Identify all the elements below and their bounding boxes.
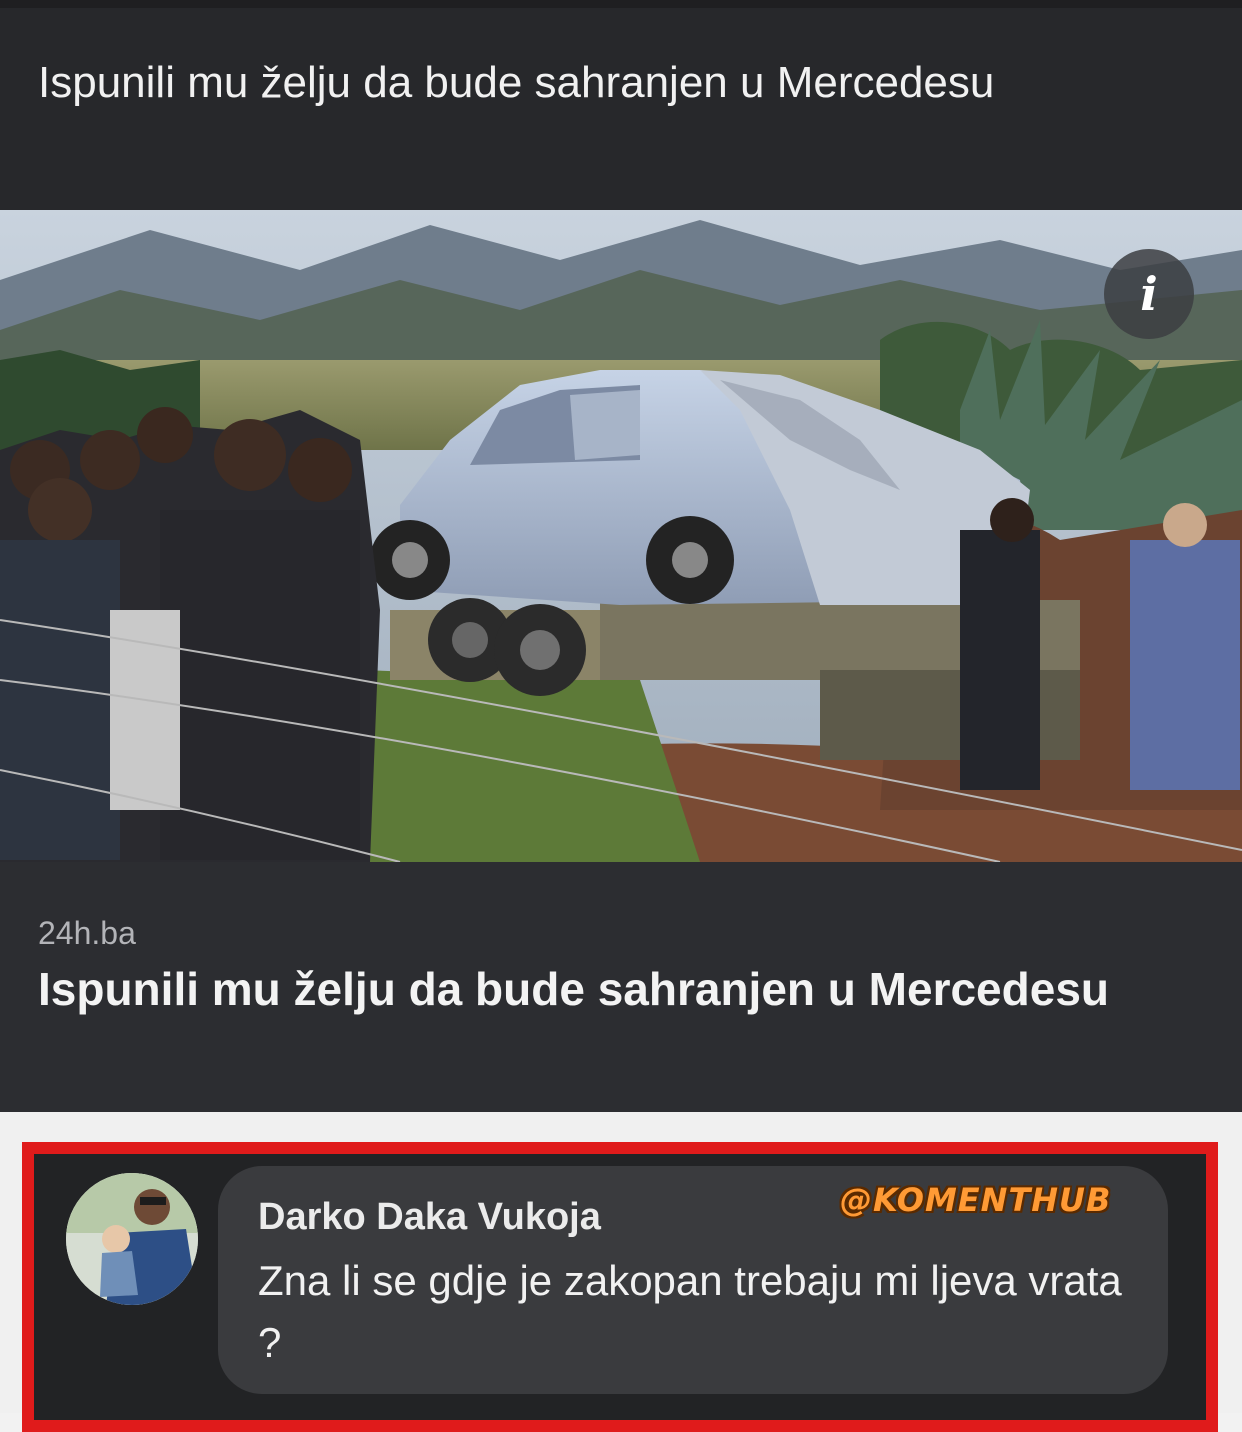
link-preview-meta[interactable]: 24h.ba Ispunili mu želju da bude sahranj… bbox=[0, 862, 1242, 1112]
avatar[interactable] bbox=[66, 1173, 198, 1305]
post-header: Ispunili mu želju da bude sahranjen u Me… bbox=[0, 8, 1242, 210]
comment-text: Zna li se gdje je zakopan trebaju mi lje… bbox=[258, 1257, 1122, 1366]
screenshot-frame: Ispunili mu želju da bude sahranjen u Me… bbox=[0, 0, 1242, 1432]
link-preview-image[interactable] bbox=[0, 210, 1242, 862]
post-text: Ispunili mu želju da bude sahranjen u Me… bbox=[38, 58, 995, 107]
funeral-photo bbox=[0, 210, 1242, 862]
top-strip bbox=[0, 0, 1242, 8]
avatar-photo bbox=[66, 1173, 198, 1305]
link-title: Ispunili mu želju da bude sahranjen u Me… bbox=[38, 963, 1110, 1015]
comment-author[interactable]: Darko Daka Vukoja bbox=[258, 1194, 601, 1240]
info-icon: i bbox=[1140, 267, 1158, 321]
link-domain: 24h.ba bbox=[38, 915, 136, 951]
watermark: @KOMENTHUB bbox=[840, 1181, 1112, 1219]
info-button[interactable]: i bbox=[1104, 249, 1194, 339]
